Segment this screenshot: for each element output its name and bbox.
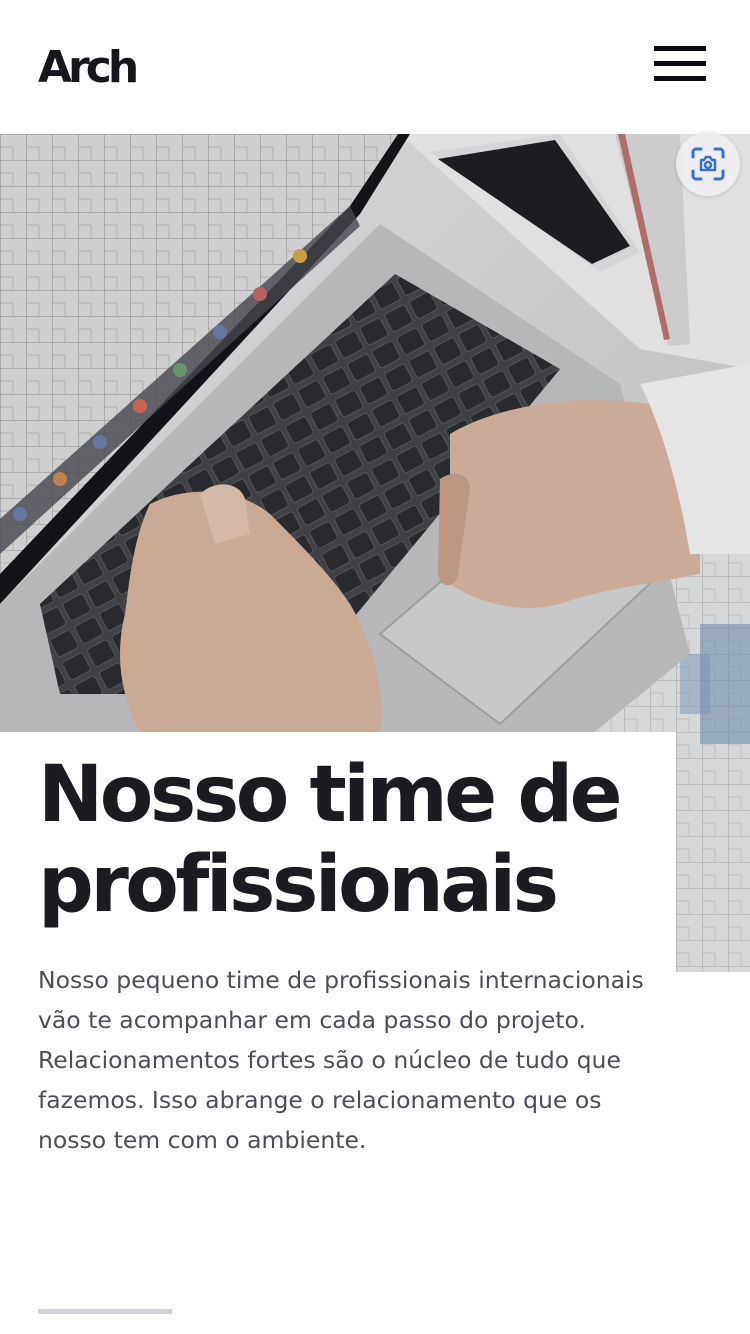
section-description: Nosso pequeno time de profissionais inte… <box>38 966 644 1154</box>
menu-bar-middle <box>654 61 706 66</box>
logo[interactable]: Arch <box>38 40 139 96</box>
visual-search-icon[interactable] <box>676 132 740 196</box>
menu-bar-bottom <box>654 76 706 81</box>
team-section: Nosso time de profissionais Nosso pequen… <box>0 732 676 1334</box>
section-title: Nosso time de profissionais <box>38 750 623 930</box>
menu-bar-top <box>654 46 706 51</box>
hamburger-menu-icon[interactable] <box>654 46 706 84</box>
section-divider <box>38 1309 172 1314</box>
site-header: Arch <box>0 0 750 134</box>
